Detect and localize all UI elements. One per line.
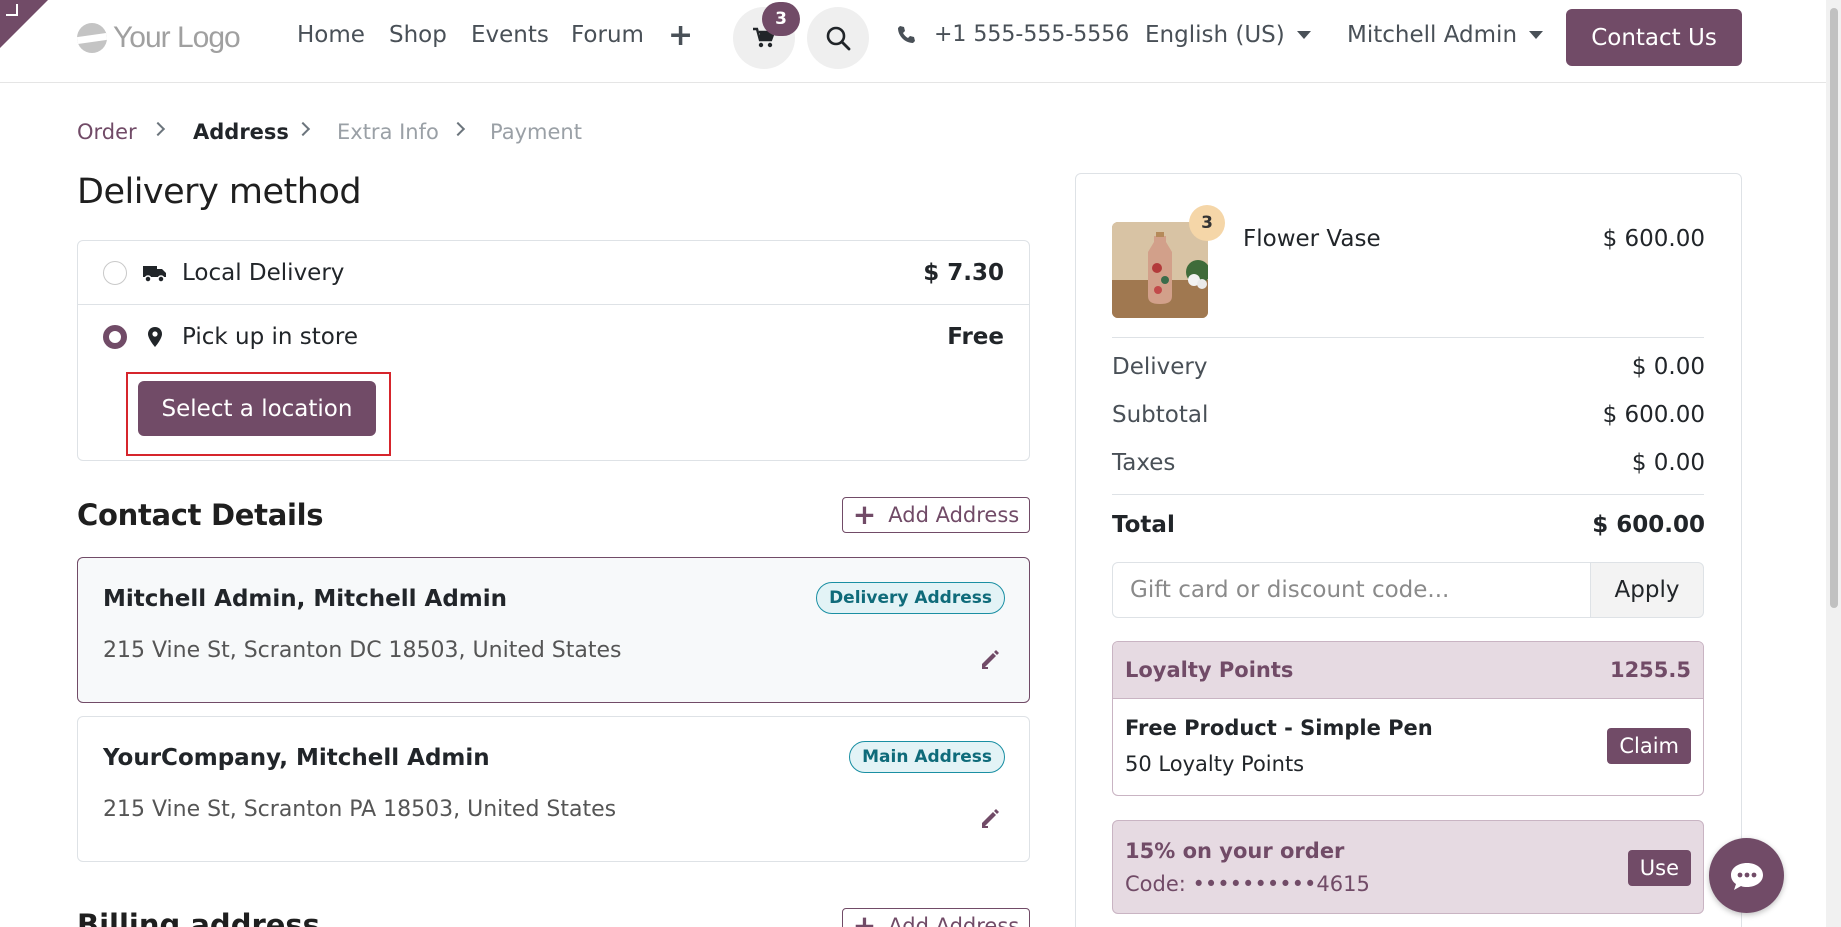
gift-card-input[interactable] [1112,562,1591,618]
delivery-method-title: Delivery method [77,172,362,212]
loyalty-title: Loyalty Points [1125,658,1294,682]
contact-us-button[interactable]: Contact Us [1566,9,1742,66]
product-image [1112,222,1208,318]
select-location-button[interactable]: Select a location [138,381,376,436]
add-billing-address-button[interactable]: + Add Address [842,908,1030,927]
phone-icon [898,25,915,43]
chevron-right-icon [295,121,311,137]
site-logo[interactable]: Your Logo [77,18,241,58]
promo-code: Code: ••••••••••4615 [1125,872,1370,896]
delivery-price-pickup: Free [947,324,1004,350]
user-name: Mitchell Admin [1347,22,1518,48]
product-qty-badge: 3 [1189,205,1225,241]
promo-code-card: 15% on your order Code: ••••••••••4615 U… [1112,820,1704,914]
summary-divider [1112,337,1704,338]
delivery-cost-value: $ 0.00 [1631,354,1705,380]
address-name: YourCompany, Mitchell Admin [103,745,490,771]
reward-name: Free Product - Simple Pen [1125,716,1433,740]
phone-number: +1 555-555-5556 [934,22,1130,47]
user-dropdown[interactable]: Mitchell Admin [1347,22,1544,48]
breadcrumb-order[interactable]: Order [77,120,137,144]
reward-cost: 50 Loyalty Points [1125,752,1305,776]
address-card-main[interactable]: YourCompany, Mitchell Admin Main Address… [77,716,1030,862]
apply-code-button[interactable]: Apply [1590,562,1704,618]
chat-bubble-icon [1730,862,1763,890]
address-line: 215 Vine St, Scranton PA 18503, United S… [103,797,617,822]
use-promo-button[interactable]: Use [1627,850,1691,886]
product-name[interactable]: Flower Vase [1243,226,1381,252]
delivery-option-local[interactable]: Local Delivery $ 7.30 [78,241,1029,305]
billing-address-title: Billing address [77,908,320,927]
main-address-badge: Main Address [849,741,1005,773]
delivery-option-pickup[interactable]: Pick up in store Free [78,305,1029,369]
claim-reward-button[interactable]: Claim [1607,728,1691,764]
add-address-button[interactable]: + Add Address [842,497,1030,533]
loyalty-points-value: 1255.5 [1609,658,1691,682]
edit-pencil-icon[interactable] [979,648,1001,670]
promo-title: 15% on your order [1125,839,1345,863]
total-value: $ 600.00 [1592,512,1705,538]
scrollbar-thumb[interactable] [1830,8,1838,608]
product-price: $ 600.00 [1602,226,1705,252]
site-header: Your Logo Home Shop Events Forum + 3 +1 … [0,0,1841,83]
plus-icon: + [852,498,877,531]
chevron-right-icon [150,121,166,137]
nav-shop[interactable]: Shop [389,22,447,48]
address-card-delivery[interactable]: Mitchell Admin, Mitchell Admin Delivery … [77,557,1030,703]
add-menu-plus-icon[interactable]: + [668,18,693,53]
language-label: English (US) [1145,22,1285,48]
taxes-label: Taxes [1112,450,1176,476]
delivery-radio-pickup[interactable] [103,325,127,349]
delivery-label-local: Local Delivery [182,259,345,286]
truck-icon [142,260,168,286]
edit-corner-icon[interactable] [6,4,18,16]
nav-forum[interactable]: Forum [571,22,644,48]
breadcrumb-payment: Payment [490,120,582,144]
chevron-down-icon [1296,31,1311,39]
live-chat-button[interactable] [1709,838,1784,913]
map-pin-icon [142,324,168,350]
nav-events[interactable]: Events [471,22,549,48]
summary-divider [1112,494,1704,495]
search-icon [826,26,851,51]
breadcrumb-address: Address [193,120,289,144]
cart-count-badge: 3 [762,2,800,36]
delivery-cost-label: Delivery [1112,354,1208,380]
delivery-address-badge: Delivery Address [816,582,1005,614]
nav-home[interactable]: Home [297,22,365,48]
add-address-label: Add Address [888,914,1020,927]
subtotal-label: Subtotal [1112,402,1209,428]
language-dropdown[interactable]: English (US) [1145,22,1311,48]
taxes-value: $ 0.00 [1631,450,1705,476]
total-label: Total [1112,512,1175,538]
search-button[interactable] [807,7,869,69]
phone-link[interactable]: +1 555-555-5556 [896,22,1129,47]
address-name: Mitchell Admin, Mitchell Admin [103,586,508,612]
add-address-label: Add Address [888,503,1020,527]
delivery-price-local: $ 7.30 [923,259,1004,286]
address-line: 215 Vine St, Scranton DC 18503, United S… [103,638,622,663]
breadcrumb-extra-info: Extra Info [337,120,439,144]
logo-text: Your Logo [113,21,241,54]
loyalty-header: Loyalty Points 1255.5 [1113,642,1703,699]
delivery-label-pickup: Pick up in store [182,324,358,350]
contact-details-title: Contact Details [77,498,324,532]
chevron-right-icon [450,121,466,137]
plus-icon: + [852,909,877,927]
edit-pencil-icon[interactable] [979,807,1001,829]
loyalty-points-card: Loyalty Points 1255.5 Free Product - Sim… [1112,641,1704,796]
subtotal-value: $ 600.00 [1602,402,1705,428]
chevron-down-icon [1529,31,1544,39]
logo-icon [77,23,107,53]
delivery-radio-local[interactable] [103,260,127,285]
